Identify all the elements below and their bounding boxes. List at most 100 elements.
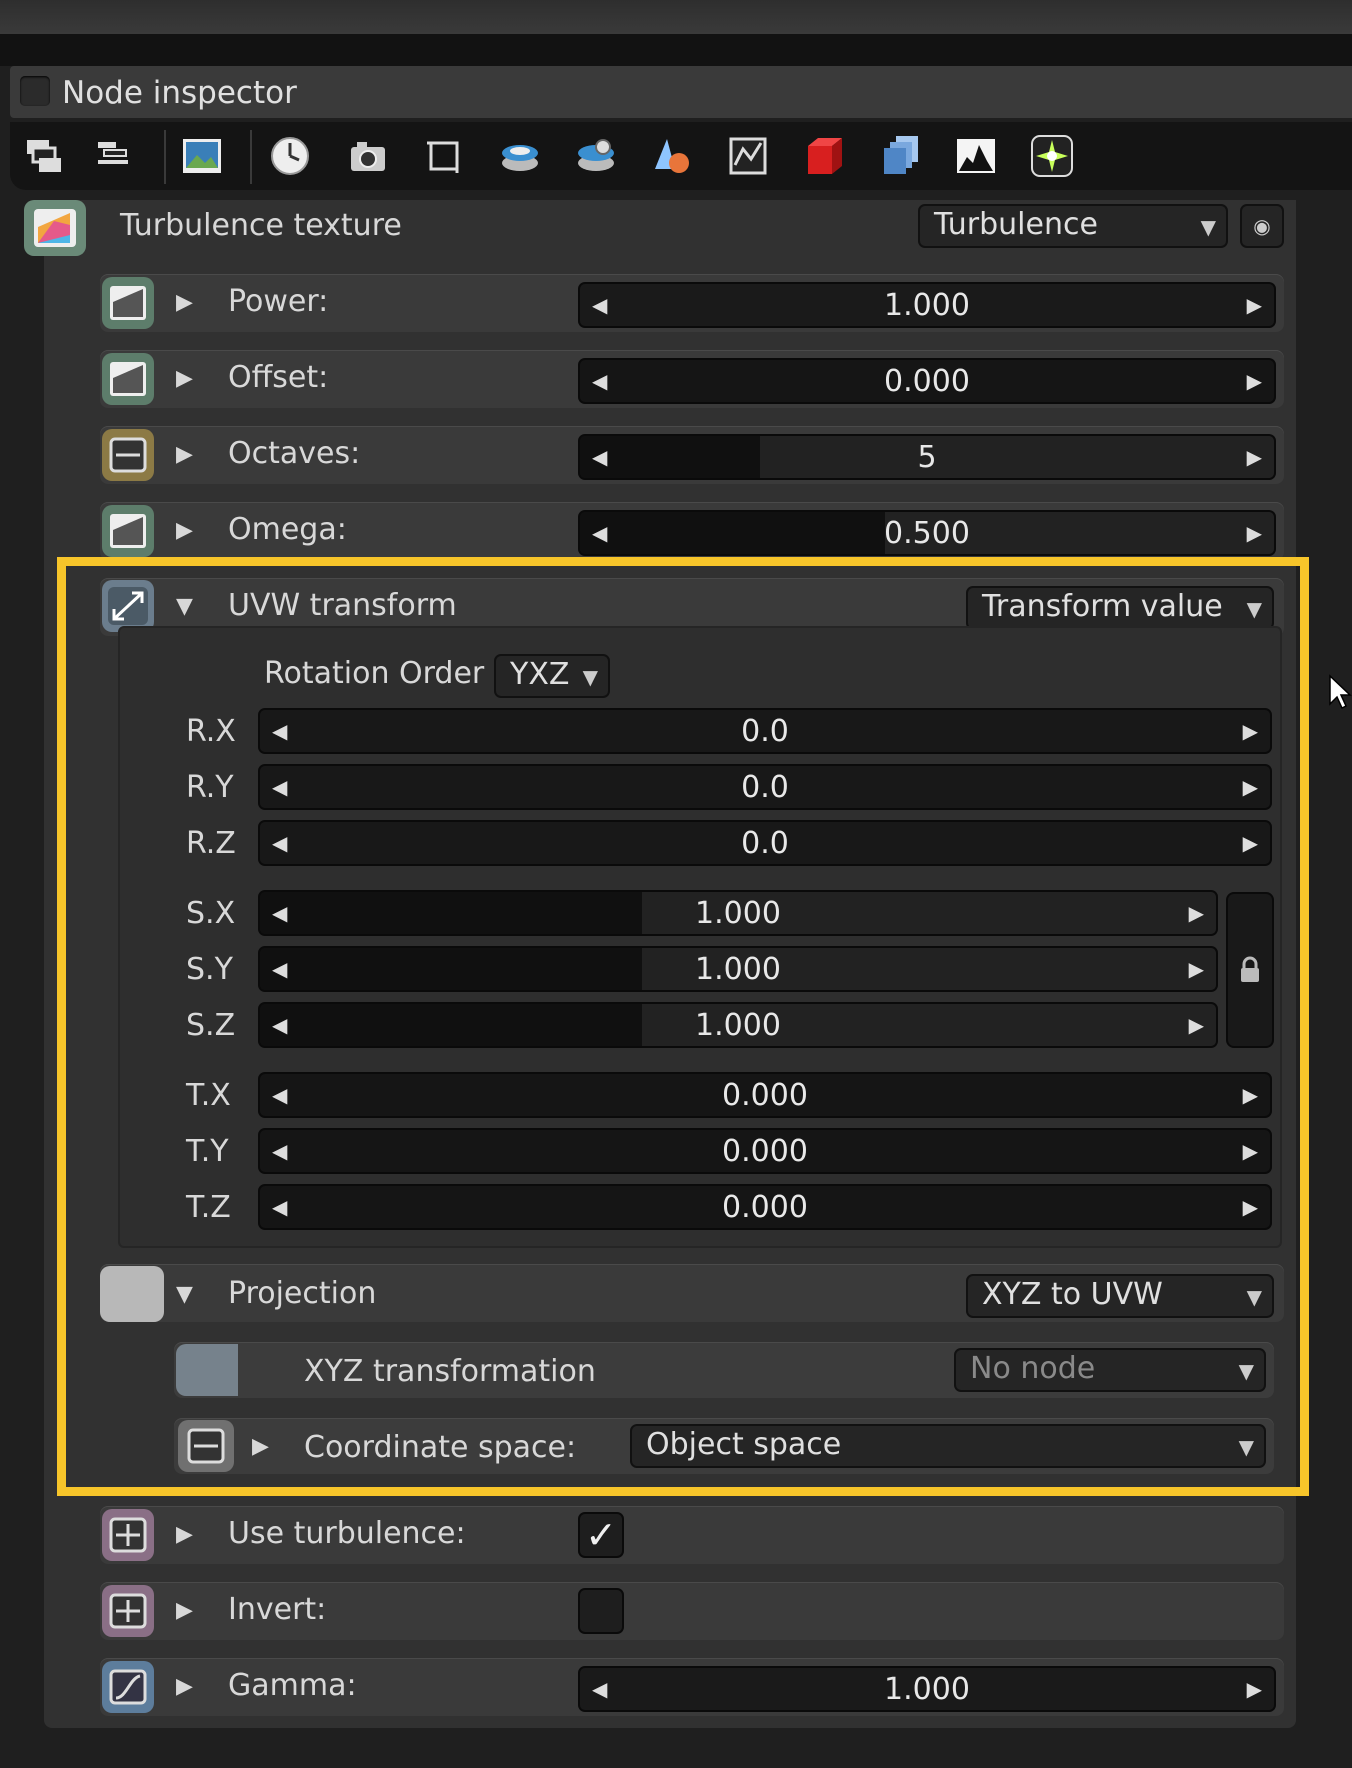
bool-node-icon[interactable] (102, 1585, 154, 1637)
increment-arrow-icon[interactable]: ▶ (1247, 284, 1262, 326)
crop-icon[interactable] (422, 134, 466, 178)
offset-slider[interactable]: ◀ 0.000 ▶ (578, 358, 1276, 404)
rz-value: 0.0 (741, 825, 789, 861)
enum-node-icon[interactable] (178, 1420, 234, 1472)
increment-arrow-icon[interactable]: ▶ (1189, 892, 1204, 934)
uvw-mode-dropdown[interactable]: Transform value ▼ (966, 586, 1274, 630)
collapse-triangle-icon[interactable]: ▼ (176, 1282, 193, 1307)
gamma-slider[interactable]: ◀ 1.000 ▶ (578, 1666, 1276, 1712)
disk-settings-icon[interactable] (574, 134, 618, 178)
graph-icon[interactable] (726, 134, 770, 178)
param-label: Offset: (228, 360, 329, 395)
rz-slider[interactable]: ◀ 0.0 ▶ (258, 820, 1272, 866)
lock-icon[interactable] (1226, 892, 1274, 1048)
uvw-label: UVW transform (228, 588, 457, 623)
increment-arrow-icon[interactable]: ▶ (1247, 360, 1262, 402)
mouse-cursor-icon (1328, 674, 1352, 718)
xyz-transformation-label: XYZ transformation (304, 1354, 596, 1389)
sz-value: 1.000 (695, 1007, 781, 1043)
transform-input-pin[interactable] (176, 1344, 238, 1396)
projection-mode-value: XYZ to UVW (982, 1277, 1163, 1312)
octaves-slider[interactable]: ◀ 5 ▶ (578, 434, 1276, 480)
invert-label: Invert: (228, 1592, 327, 1627)
histogram-icon[interactable] (954, 134, 998, 178)
expand-triangle-icon[interactable]: ▶ (176, 1522, 193, 1547)
sz-slider[interactable]: ◀ 1.000 ▶ (258, 1002, 1218, 1048)
omega-slider[interactable]: ◀ 0.500 ▶ (578, 510, 1276, 556)
expand-triangle-icon[interactable]: ▶ (176, 366, 193, 391)
tab-strip (0, 34, 1352, 66)
rotation-order-value: YXZ (510, 657, 570, 692)
sy-slider[interactable]: ◀ 1.000 ▶ (258, 946, 1218, 992)
projection-node-icon[interactable] (100, 1266, 164, 1322)
increment-arrow-icon[interactable]: ▶ (1243, 822, 1258, 864)
shader-icon[interactable] (650, 134, 694, 178)
clock-icon[interactable] (268, 134, 312, 178)
invert-checkbox[interactable] (578, 1588, 624, 1634)
increment-arrow-icon[interactable]: ▶ (1243, 710, 1258, 752)
coordinate-space-dropdown[interactable]: Object space ▼ (630, 1424, 1266, 1468)
sy-value: 1.000 (695, 951, 781, 987)
sx-label: S.X (186, 896, 236, 931)
xyz-transformation-dropdown[interactable]: No node ▼ (954, 1348, 1266, 1392)
sz-label: S.Z (186, 1008, 236, 1043)
chevron-down-icon: ▼ (1200, 215, 1216, 239)
increment-arrow-icon[interactable]: ▶ (1247, 1668, 1262, 1710)
ty-slider[interactable]: ◀ 0.000 ▶ (258, 1128, 1272, 1174)
increment-arrow-icon[interactable]: ▶ (1243, 1186, 1258, 1228)
expand-triangle-icon[interactable]: ▶ (176, 1598, 193, 1623)
tz-label: T.Z (186, 1190, 231, 1225)
image-icon[interactable] (180, 134, 224, 178)
rx-label: R.X (186, 714, 236, 749)
tz-slider[interactable]: ◀ 0.000 ▶ (258, 1184, 1272, 1230)
inspector-toggle-checkbox[interactable] (20, 76, 50, 106)
increment-arrow-icon[interactable]: ▶ (1189, 948, 1204, 990)
sparkle-icon[interactable] (1030, 134, 1074, 178)
blue-cube-icon[interactable] (878, 134, 922, 178)
rotation-order-label: Rotation Order (264, 656, 485, 691)
expand-triangle-icon[interactable]: ▶ (252, 1434, 269, 1459)
inspector-toolbar (10, 122, 1352, 190)
list-icon[interactable] (90, 134, 134, 178)
float-node-icon[interactable] (102, 505, 154, 557)
transform-node-icon[interactable] (102, 580, 154, 632)
chevron-down-icon: ▼ (582, 665, 598, 689)
float-node-icon[interactable] (102, 353, 154, 405)
expand-triangle-icon[interactable]: ▶ (176, 518, 193, 543)
layers-icon[interactable] (22, 134, 66, 178)
xyz-transformation-value: No node (970, 1351, 1096, 1386)
increment-arrow-icon[interactable]: ▶ (1243, 766, 1258, 808)
ry-label: R.Y (186, 770, 234, 805)
expand-triangle-icon[interactable]: ▶ (176, 1674, 193, 1699)
octaves-value: 5 (917, 439, 937, 475)
eye-icon[interactable]: ◉ (1240, 204, 1284, 248)
bool-node-icon[interactable] (102, 1509, 154, 1561)
node-type-dropdown[interactable]: Turbulence ▼ (918, 204, 1228, 248)
increment-arrow-icon[interactable]: ▶ (1243, 1074, 1258, 1116)
use-turbulence-checkbox[interactable]: ✓ (578, 1512, 624, 1558)
rotation-order-dropdown[interactable]: YXZ ▼ (494, 654, 610, 698)
power-slider[interactable]: ◀ 1.000 ▶ (578, 282, 1276, 328)
camera-icon[interactable] (346, 134, 390, 178)
float-node-icon[interactable] (102, 277, 154, 329)
increment-arrow-icon[interactable]: ▶ (1189, 1004, 1204, 1046)
tx-slider[interactable]: ◀ 0.000 ▶ (258, 1072, 1272, 1118)
expand-triangle-icon[interactable]: ▶ (176, 442, 193, 467)
ry-slider[interactable]: ◀ 0.0 ▶ (258, 764, 1272, 810)
chevron-down-icon: ▼ (1238, 1435, 1254, 1459)
increment-arrow-icon[interactable]: ▶ (1243, 1130, 1258, 1172)
expand-triangle-icon[interactable]: ▶ (176, 290, 193, 315)
increment-arrow-icon[interactable]: ▶ (1247, 512, 1262, 554)
tz-value: 0.000 (722, 1189, 808, 1225)
red-cube-icon[interactable] (802, 134, 846, 178)
disk-icon[interactable] (498, 134, 542, 178)
rx-slider[interactable]: ◀ 0.0 ▶ (258, 708, 1272, 754)
int-node-icon[interactable] (102, 429, 154, 481)
gamma-node-icon[interactable] (102, 1661, 154, 1713)
collapse-triangle-icon[interactable]: ▼ (176, 594, 193, 619)
increment-arrow-icon[interactable]: ▶ (1247, 436, 1262, 478)
sx-slider[interactable]: ◀ 1.000 ▶ (258, 890, 1218, 936)
projection-mode-dropdown[interactable]: XYZ to UVW ▼ (966, 1274, 1274, 1318)
chevron-down-icon: ▼ (1246, 1285, 1262, 1309)
rx-value: 0.0 (741, 713, 789, 749)
